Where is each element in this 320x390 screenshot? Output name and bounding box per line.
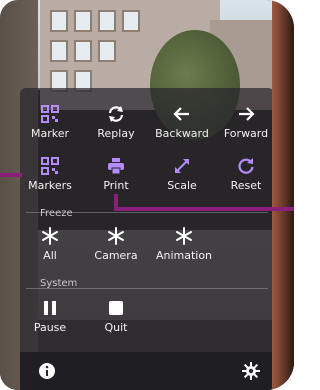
pause-icon — [40, 298, 60, 318]
scale-icon — [172, 156, 192, 176]
freeze-camera-label: Camera — [94, 249, 138, 262]
forward-label: Forward — [223, 127, 269, 140]
pause-label: Pause — [33, 321, 67, 334]
pause-button[interactable]: Pause — [20, 298, 80, 342]
menu-panel: Marker Replay Backward Forward Markers P… — [20, 88, 274, 390]
forward-button[interactable]: Forward — [216, 104, 276, 148]
freeze-title: Freeze — [40, 208, 73, 219]
backward-button[interactable]: Backward — [152, 104, 212, 148]
stop-icon — [106, 298, 126, 318]
scale-button[interactable]: Scale — [152, 156, 212, 200]
qr-marker-icon — [40, 104, 60, 124]
marker-button[interactable]: Marker — [20, 104, 80, 148]
reset-icon — [236, 156, 256, 176]
replay-label: Replay — [97, 127, 135, 140]
qr-markers-icon — [40, 156, 60, 176]
printer-icon — [106, 156, 126, 176]
info-icon[interactable] — [38, 362, 56, 380]
bottom-toolbar — [20, 352, 274, 390]
snowflake-icon — [106, 226, 126, 246]
print-label: Print — [103, 179, 129, 192]
reset-button[interactable]: Reset — [216, 156, 276, 200]
callout-line-print — [116, 207, 294, 211]
replay-icon — [106, 104, 126, 124]
device-screen: Marker Replay Backward Forward Markers P… — [0, 0, 294, 390]
settings-icon[interactable] — [242, 362, 260, 380]
device-bezel — [272, 0, 294, 390]
markers-button[interactable]: Markers — [20, 156, 80, 200]
freeze-all-label: All — [43, 249, 57, 262]
system-title: System — [40, 278, 78, 289]
callout-line-print-stem — [114, 194, 118, 211]
freeze-camera-button[interactable]: Camera — [86, 226, 146, 270]
replay-button[interactable]: Replay — [86, 104, 146, 148]
scale-label: Scale — [167, 179, 197, 192]
reset-label: Reset — [230, 179, 262, 192]
freeze-animation-label: Animation — [155, 249, 213, 262]
freeze-all-button[interactable]: All — [20, 226, 80, 270]
quit-button[interactable]: Quit — [86, 298, 146, 342]
backward-label: Backward — [155, 127, 209, 140]
marker-label: Marker — [30, 127, 70, 140]
markers-label: Markers — [28, 179, 72, 192]
quit-label: Quit — [104, 321, 128, 334]
callout-line-left — [0, 173, 22, 177]
snowflake-icon — [40, 226, 60, 246]
arrow-left-icon — [172, 104, 192, 124]
freeze-animation-button[interactable]: Animation — [154, 226, 214, 270]
arrow-right-icon — [236, 104, 256, 124]
snowflake-icon — [174, 226, 194, 246]
